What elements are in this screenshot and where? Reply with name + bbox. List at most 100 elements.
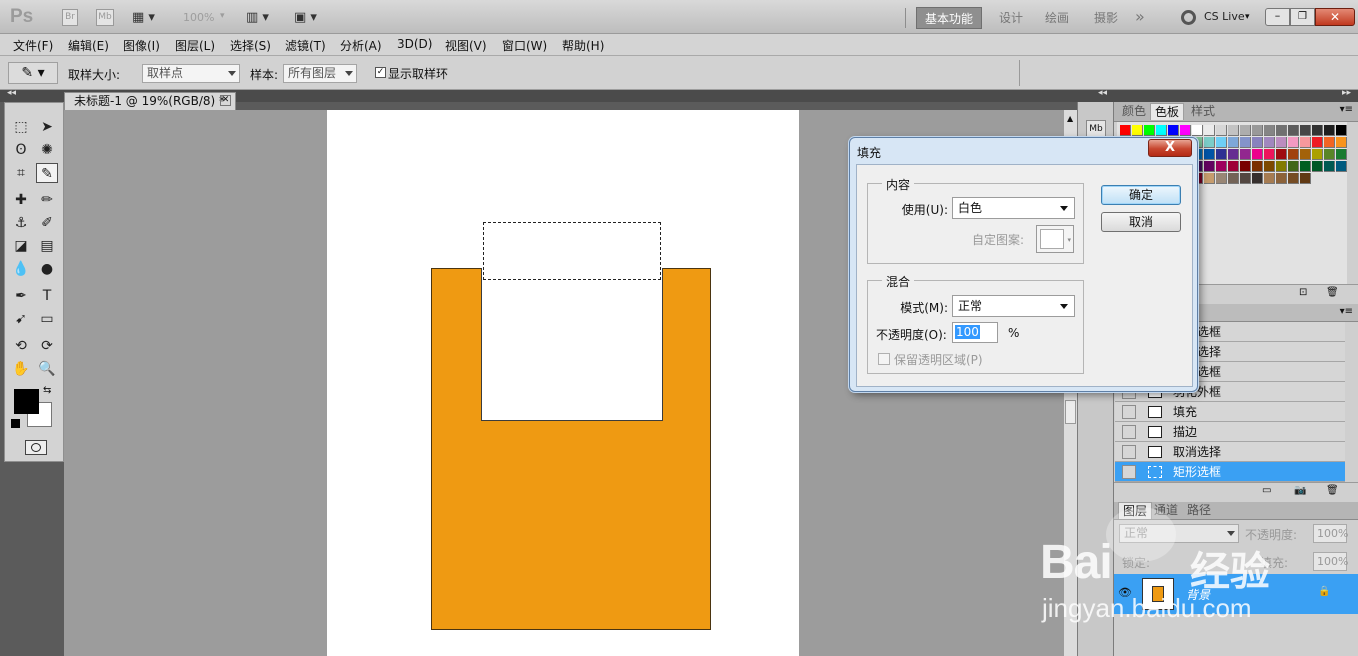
color-swatch[interactable] [1204, 125, 1215, 136]
color-swatch[interactable] [1300, 173, 1311, 184]
color-swatch[interactable] [1204, 161, 1215, 172]
type-tool-icon[interactable]: T [36, 286, 58, 306]
color-swatch[interactable] [1324, 149, 1335, 160]
color-swatch[interactable] [1300, 137, 1311, 148]
quick-selection-icon[interactable]: ✺ [36, 140, 58, 160]
new-document-from-state-icon[interactable]: ▭ [1262, 485, 1271, 496]
mini-bridge-button[interactable]: Mb [96, 9, 114, 26]
close-icon[interactable]: ✕ [220, 95, 231, 106]
ok-button[interactable]: 确定 [1101, 185, 1181, 205]
color-swatch[interactable] [1216, 137, 1227, 148]
color-swatch[interactable] [1228, 125, 1239, 136]
color-swatch[interactable] [1276, 173, 1287, 184]
color-swatch[interactable] [1300, 161, 1311, 172]
color-swatch[interactable] [1300, 125, 1311, 136]
menu-filter[interactable]: 滤镜(T) [285, 37, 326, 54]
dodge-tool-icon[interactable]: ● [36, 259, 58, 279]
color-swatch[interactable] [1180, 125, 1191, 136]
color-swatch[interactable] [1264, 149, 1275, 160]
brush-tool-icon[interactable]: ✏ [36, 190, 58, 210]
color-swatch[interactable] [1336, 137, 1347, 148]
history-checkbox[interactable] [1122, 465, 1136, 479]
color-swatch[interactable] [1216, 149, 1227, 160]
color-swatch[interactable] [1156, 125, 1167, 136]
menu-window[interactable]: 窗口(W) [502, 37, 547, 54]
3d-orbit-icon[interactable]: ⟳ [36, 336, 58, 356]
color-swatch[interactable] [1204, 173, 1215, 184]
default-colors-icon[interactable] [11, 419, 20, 428]
view-extras-icon[interactable]: ▦ ▾ [132, 10, 164, 26]
color-swatch[interactable] [1336, 125, 1347, 136]
menu-image[interactable]: 图像(I) [123, 37, 160, 54]
workspace-essentials[interactable]: 基本功能 [916, 7, 983, 29]
zoom-level[interactable]: 100% [183, 11, 214, 24]
tab-swatches[interactable]: 色板 [1150, 103, 1185, 120]
new-swatch-icon[interactable]: ⊡ [1299, 287, 1307, 298]
color-swatch[interactable] [1276, 161, 1287, 172]
screen-mode-icon[interactable]: ▣ ▾ [294, 10, 326, 26]
history-item[interactable]: 描边 [1115, 422, 1345, 442]
menu-select[interactable]: 选择(S) [230, 37, 271, 54]
trash-icon[interactable]: 🗑 [1326, 485, 1339, 496]
history-checkbox[interactable] [1122, 405, 1136, 419]
color-swatch[interactable] [1240, 173, 1251, 184]
healing-brush-icon[interactable]: ✚ [10, 190, 32, 210]
color-swatch[interactable] [1252, 125, 1263, 136]
3d-rotate-icon[interactable]: ⟲ [10, 336, 32, 356]
color-swatch[interactable] [1300, 149, 1311, 160]
trash-icon[interactable]: 🗑 [1326, 287, 1339, 298]
color-swatch[interactable] [1168, 125, 1179, 136]
eraser-tool-icon[interactable]: ◪ [10, 236, 32, 256]
cancel-button[interactable]: 取消 [1101, 212, 1181, 232]
menu-analysis[interactable]: 分析(A) [340, 37, 382, 54]
color-swatch[interactable] [1252, 173, 1263, 184]
menu-view[interactable]: 视图(V) [445, 37, 487, 54]
color-swatch[interactable] [1192, 125, 1203, 136]
color-swatch[interactable] [1288, 125, 1299, 136]
color-swatch[interactable] [1228, 173, 1239, 184]
marquee-tool-icon[interactable]: ⬚ [10, 117, 32, 137]
color-swatch[interactable] [1216, 125, 1227, 136]
menu-help[interactable]: 帮助(H) [562, 37, 604, 54]
history-item[interactable]: 取消选择 [1115, 442, 1345, 462]
color-swatch[interactable] [1312, 161, 1323, 172]
color-swatch[interactable] [1336, 149, 1347, 160]
color-swatch[interactable] [1276, 137, 1287, 148]
expand-icon[interactable]: ▸▸ [1342, 88, 1351, 98]
color-swatch[interactable] [1276, 125, 1287, 136]
color-swatch[interactable] [1312, 137, 1323, 148]
color-swatch[interactable] [1216, 161, 1227, 172]
collapse-icon[interactable]: ◂◂ [1098, 88, 1107, 98]
history-checkbox[interactable] [1122, 425, 1136, 439]
restore-icon[interactable]: ❐ [1290, 8, 1315, 26]
history-item-selected[interactable]: 矩形选框 [1115, 462, 1345, 482]
swap-colors-icon[interactable]: ⇆ [43, 385, 51, 396]
color-swatch[interactable] [1264, 173, 1275, 184]
color-swatch[interactable] [1264, 137, 1275, 148]
color-swatch[interactable] [1228, 137, 1239, 148]
color-swatch[interactable] [1120, 125, 1131, 136]
history-brush-icon[interactable]: ✐ [36, 213, 58, 233]
color-swatch[interactable] [1324, 125, 1335, 136]
workspace-design[interactable]: 设计 [991, 7, 1031, 29]
clone-stamp-icon[interactable]: ⚓ [10, 213, 32, 233]
color-swatch[interactable] [1228, 161, 1239, 172]
document-tab[interactable]: 未标题-1 @ 19%(RGB/8) * ✕ [64, 92, 236, 110]
color-swatch[interactable] [1240, 137, 1251, 148]
sample-size-select[interactable]: 取样点 [142, 64, 240, 83]
color-swatch[interactable] [1144, 125, 1155, 136]
color-swatch[interactable] [1312, 125, 1323, 136]
history-checkbox[interactable] [1122, 445, 1136, 459]
color-swatch[interactable] [1276, 149, 1287, 160]
tab-color[interactable]: 颜色 [1118, 103, 1150, 120]
color-swatch[interactable] [1252, 161, 1263, 172]
zoom-dropdown-icon[interactable]: ▾ [220, 11, 225, 21]
color-swatch[interactable] [1288, 173, 1299, 184]
workspace-overflow-icon[interactable]: » [1135, 7, 1145, 26]
rectangle-tool-icon[interactable]: ▭ [36, 309, 58, 329]
color-swatch[interactable] [1324, 137, 1335, 148]
zoom-tool-icon[interactable]: 🔍 [36, 359, 58, 379]
color-swatch[interactable] [1288, 137, 1299, 148]
snapshot-icon[interactable]: 📷 [1294, 485, 1306, 496]
color-swatch[interactable] [1240, 125, 1251, 136]
